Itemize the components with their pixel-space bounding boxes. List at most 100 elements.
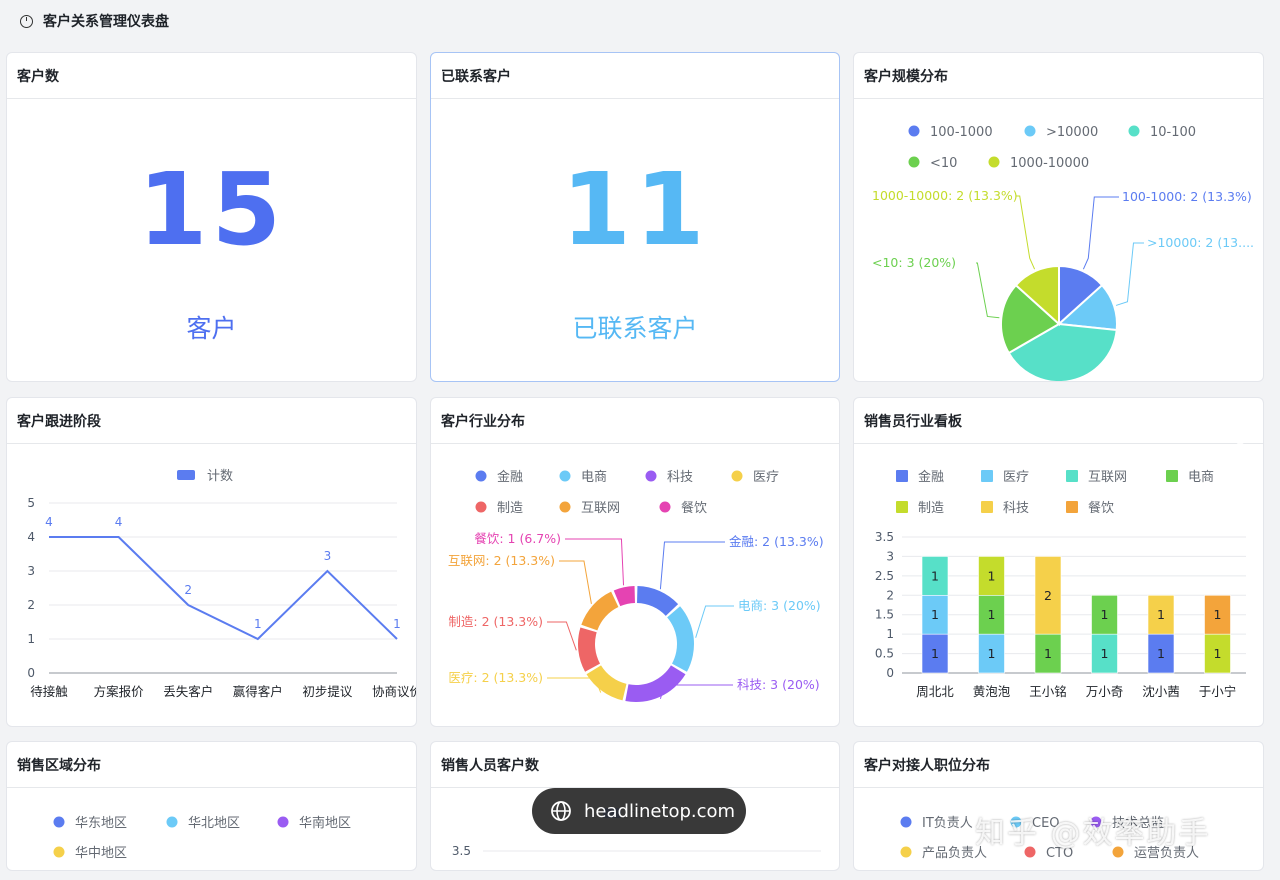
legend-label: 金融 (497, 469, 523, 485)
data-label: 1 (1101, 646, 1109, 661)
x-tick-label: 王小铭 (1029, 684, 1067, 699)
x-tick-label: 周北北 (916, 684, 954, 699)
data-label: 4 (115, 515, 123, 529)
x-tick-label: 万小奇 (1086, 684, 1124, 699)
customer-count-caption: 客户 (186, 314, 237, 343)
globe-icon (551, 801, 571, 821)
contacted-count-caption: 已联系客户 (572, 314, 698, 343)
y-tick-label: 0 (27, 666, 35, 680)
customer-scale-card[interactable]: 客户规模分布 100-1000 >10000 10-100 <10 1000-10000… (853, 52, 1264, 382)
data-label: 1 (931, 607, 939, 622)
data-label: 1 (1044, 646, 1052, 661)
legend-label: 100-1000 (930, 125, 993, 140)
legend-label: 华中地区 (75, 846, 127, 861)
watermark-badge: headlinetop.com (532, 788, 746, 834)
pie-slice (613, 586, 635, 607)
legend-marker (1024, 125, 1036, 137)
legend-marker (981, 470, 993, 482)
legend-marker (559, 470, 571, 482)
next-page-arrow-icon[interactable] (1212, 412, 1252, 468)
legend-marker (475, 501, 487, 513)
data-label: 1 (1101, 607, 1109, 622)
legend-marker (177, 470, 195, 480)
legend-marker (731, 470, 743, 482)
follow-stage-line-chart: 计数0123454待接触4方案报价2丢失客户1赢得客户3初步提议1协商议价 (27, 469, 417, 699)
legend-marker (896, 470, 908, 482)
legend-label: 制造 (918, 501, 944, 516)
label-line (976, 262, 1000, 319)
y-tick-label: 1 (886, 627, 894, 641)
y-tick-label: 1.5 (875, 608, 894, 622)
legend-marker (277, 816, 289, 828)
legend-marker (559, 501, 571, 513)
y-tick-label: 2 (27, 598, 35, 612)
data-label: 1 (254, 617, 262, 631)
data-label: 电商: 3 (20%) (738, 598, 821, 613)
clock-icon (20, 14, 33, 28)
legend-label: IT负责人 (922, 816, 973, 831)
customer-count-card[interactable]: 客户数 15 客户 (6, 52, 417, 382)
legend-marker (53, 846, 65, 858)
series-line (49, 536, 398, 641)
card-title: 客户规模分布 (854, 53, 1263, 99)
label-line (547, 621, 577, 651)
label-line (565, 538, 625, 586)
x-tick-label: 待接触 (30, 684, 68, 699)
legend-label: 10-100 (1150, 125, 1196, 140)
data-label: >10000: 2 (13.... (1147, 235, 1254, 250)
legend-marker (53, 816, 65, 828)
label-line (659, 541, 725, 590)
pie-slice (637, 586, 679, 616)
follow-stage-card[interactable]: 客户跟进阶段 计数 0 1 2 3 4 5 4 待接触 4 方案报价 2 丢失客户 1 赢得客户 3 初步提议 1… (6, 397, 417, 727)
x-tick-label: 黄泡泡 (973, 684, 1011, 699)
y-tick-label: 3 (27, 564, 35, 578)
contacted-customers-card[interactable]: 已联系客户 11 已联系客户 (430, 52, 840, 382)
data-label: 1 (1157, 607, 1165, 622)
x-tick-label: 协商议价 (372, 684, 417, 699)
legend-label: 餐饮 (681, 500, 707, 516)
data-label: 2 (184, 583, 192, 597)
card-title: 销售区域分布 (7, 742, 416, 788)
legend-label: 互联网 (581, 501, 620, 516)
pie-slice (578, 627, 600, 672)
dashboard-header: 客户关系管理仪表盘 (0, 0, 1280, 42)
legend-marker (900, 846, 912, 858)
data-label: 1 (988, 607, 996, 622)
legend-label: 餐饮 (1088, 500, 1114, 516)
x-tick-label: 方案报价 (94, 684, 145, 699)
legend-marker (900, 816, 912, 828)
label-line (695, 605, 734, 638)
legend-marker (659, 501, 671, 513)
legend-marker (896, 501, 908, 513)
legend-marker (1066, 501, 1078, 513)
watermark-text: headlinetop.com (584, 800, 736, 822)
pie-slice (625, 665, 686, 702)
legend-marker (988, 156, 1000, 168)
card-title: 销售人员客户数 (431, 742, 839, 788)
legend-marker (166, 816, 178, 828)
data-label: 1 (1214, 646, 1222, 661)
legend-marker (908, 156, 920, 168)
sales-board-bar-chart: 金融 医疗 互联网 电商制造 科技 餐饮 0 0.5 1 1.5 2 2.5 3 3.5 1 1 1 周北北 1 1 1… (875, 469, 1246, 699)
industry-card[interactable]: 客户行业分布 金融 电商 科技 医疗 制造 互联网 餐饮 金融: 2 (13.3%) 电商: 3… (430, 397, 840, 727)
legend-label: 互联网 (1088, 470, 1127, 485)
data-label: 1 (1157, 646, 1165, 661)
legend-marker (981, 501, 993, 513)
sales-region-card[interactable]: 销售区域分布 华东地区 华北地区 华南地区 华中地区 (6, 741, 417, 871)
legend-label: 华北地区 (188, 816, 240, 831)
legend-label: 金融 (918, 469, 944, 485)
sales-board-card[interactable]: 销售员行业看板 金融 医疗 互联网 电商 制造 科技 餐饮 0 0.5 1 1.5 2 2.5 3 3.5 1… (853, 397, 1264, 727)
legend-label: 华东地区 (75, 816, 127, 831)
card-title: 销售员行业看板 (854, 398, 1263, 444)
data-label: 金融: 2 (13.3%) (729, 534, 824, 549)
label-line (1016, 195, 1036, 270)
pie-slice (667, 606, 694, 672)
pie-slice (581, 591, 619, 631)
data-label: 1 (988, 646, 996, 661)
card-title: 客户行业分布 (431, 398, 839, 444)
customer-count-value: 15 (137, 151, 286, 268)
legend-marker (475, 470, 487, 482)
legend-label: 1000-10000 (1010, 156, 1089, 171)
legend-label: 科技 (667, 470, 693, 485)
sales-region-legend: 华东地区 华北地区 华南地区华中地区 (53, 815, 351, 861)
